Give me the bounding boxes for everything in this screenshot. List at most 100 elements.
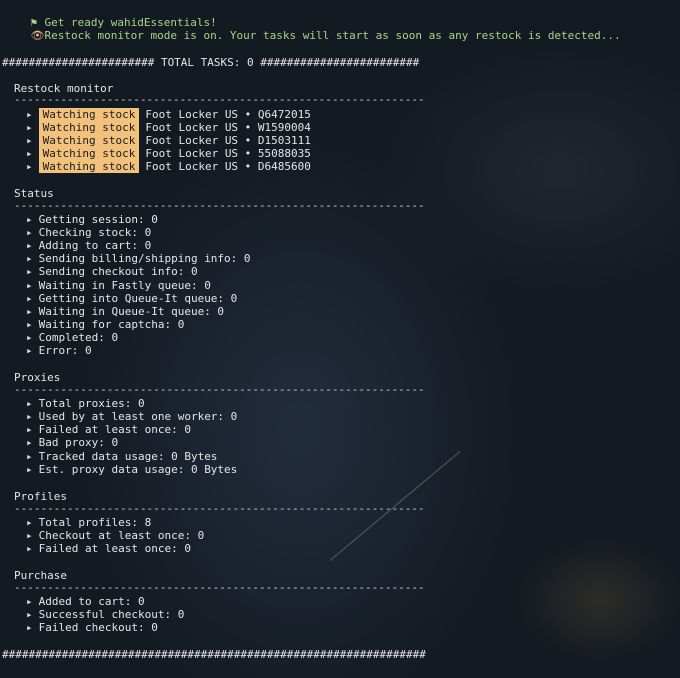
play-bullet-icon: ▸ [26, 410, 33, 423]
list-item: ▸ Tracked data usage: 0 Bytes [26, 450, 217, 463]
list-item-text: Waiting in Queue-It queue: 0 [38, 305, 225, 318]
footer-rule: ########################################… [2, 648, 426, 661]
list-item: ▸ Getting into Queue-It queue: 0 [26, 292, 237, 305]
list-item-text: Sending checkout info: 0 [38, 265, 198, 278]
play-bullet-icon: ▸ [26, 423, 33, 436]
watching-stock-badge: Watching stock [38, 121, 140, 134]
total-tasks-header: ####################### TOTAL TASKS: 0 #… [2, 56, 420, 69]
list-item-text: Used by at least one worker: 0 [38, 410, 238, 423]
play-bullet-icon: ▸ [26, 621, 33, 634]
list-item: ▸ Watching stock Foot Locker US • 55088035 [26, 147, 311, 160]
list-item: ▸ Total profiles: 8 [26, 516, 151, 529]
play-bullet-icon: ▸ [26, 305, 33, 318]
list-item-text: Sending billing/shipping info: 0 [38, 252, 251, 265]
eye-icon: 👁 [30, 29, 45, 42]
list-item: ▸ Successful checkout: 0 [26, 608, 184, 621]
list-item-text: Error: 0 [38, 344, 92, 357]
terminal-output[interactable]: ⚑ Get ready wahidEssentials! 👁Restock mon… [0, 0, 680, 678]
watching-stock-badge: Watching stock [38, 147, 140, 160]
list-item-text: Getting into Queue-It queue: 0 [38, 292, 238, 305]
list-item: ▸ Failed at least once: 0 [26, 542, 191, 555]
list-item-text: Total profiles: 8 [38, 516, 152, 529]
play-bullet-icon: ▸ [26, 331, 33, 344]
list-item: ▸ Adding to cart: 0 [26, 239, 151, 252]
section-rule: ----------------------------------------… [14, 199, 425, 212]
list-item: ▸ Added to cart: 0 [26, 595, 145, 608]
restock-notice: 👁Restock monitor mode is on. Your tasks … [4, 16, 621, 42]
list-item-text: Completed: 0 [38, 331, 119, 344]
play-bullet-icon: ▸ [26, 134, 33, 147]
list-item-text: Bad proxy: 0 [38, 436, 119, 449]
list-item-text: Tracked data usage: 0 Bytes [38, 450, 218, 463]
play-bullet-icon: ▸ [26, 226, 33, 239]
play-bullet-icon: ▸ [26, 542, 33, 555]
section-rule: ----------------------------------------… [14, 93, 425, 106]
list-item: ▸ Est. proxy data usage: 0 Bytes [26, 463, 237, 476]
watching-stock-badge: Watching stock [38, 108, 140, 121]
play-bullet-icon: ▸ [26, 213, 33, 226]
list-item-text: Getting session: 0 [38, 213, 158, 226]
list-item: ▸ Checking stock: 0 [26, 226, 151, 239]
play-bullet-icon: ▸ [26, 160, 33, 173]
list-item: ▸ Waiting in Queue-It queue: 0 [26, 305, 224, 318]
play-bullet-icon: ▸ [26, 292, 33, 305]
list-item-text: Successful checkout: 0 [38, 608, 185, 621]
list-item-text: Checking stock: 0 [38, 226, 152, 239]
list-item-text: Failed checkout: 0 [38, 621, 158, 634]
play-bullet-icon: ▸ [26, 529, 33, 542]
play-bullet-icon: ▸ [26, 239, 33, 252]
list-item-text: Added to cart: 0 [38, 595, 145, 608]
list-item: ▸ Total proxies: 0 [26, 397, 145, 410]
list-item: ▸ Waiting in Fastly queue: 0 [26, 279, 211, 292]
list-item: ▸ Watching stock Foot Locker US • Q6472015 [26, 108, 311, 121]
list-item-text: Failed at least once: 0 [38, 542, 191, 555]
list-item: ▸ Bad proxy: 0 [26, 436, 118, 449]
section-rule: ----------------------------------------… [14, 502, 425, 515]
list-item: ▸ Used by at least one worker: 0 [26, 410, 237, 423]
list-item-text: Total proxies: 0 [38, 397, 145, 410]
section-rule: ----------------------------------------… [14, 581, 425, 594]
play-bullet-icon: ▸ [26, 121, 33, 134]
list-item: ▸ Failed checkout: 0 [26, 621, 158, 634]
list-item: ▸ Checkout at least once: 0 [26, 529, 204, 542]
list-item-text: Failed at least once: 0 [38, 423, 191, 436]
play-bullet-icon: ▸ [26, 108, 33, 121]
play-bullet-icon: ▸ [26, 344, 33, 357]
list-item-text: Foot Locker US • Q6472015 [145, 108, 311, 121]
play-bullet-icon: ▸ [26, 436, 33, 449]
list-item: ▸ Sending billing/shipping info: 0 [26, 252, 251, 265]
list-item-text: Checkout at least once: 0 [38, 529, 205, 542]
list-item-text: Est. proxy data usage: 0 Bytes [38, 463, 238, 476]
list-item-text: Foot Locker US • D1503111 [145, 134, 311, 147]
list-item: ▸ Waiting for captcha: 0 [26, 318, 184, 331]
restock-notice-text: Restock monitor mode is on. Your tasks w… [44, 29, 621, 42]
play-bullet-icon: ▸ [26, 608, 33, 621]
list-item: ▸ Getting session: 0 [26, 213, 158, 226]
list-item-text: Adding to cart: 0 [38, 239, 152, 252]
section-rule: ----------------------------------------… [14, 383, 425, 396]
play-bullet-icon: ▸ [26, 463, 33, 476]
play-bullet-icon: ▸ [26, 450, 33, 463]
list-item-text: Waiting for captcha: 0 [38, 318, 185, 331]
ready-notice: ⚑ Get ready wahidEssentials! [4, 3, 217, 29]
list-item-text: Waiting in Fastly queue: 0 [38, 279, 211, 292]
list-item: ▸ Watching stock Foot Locker US • D1503111 [26, 134, 311, 147]
play-bullet-icon: ▸ [26, 595, 33, 608]
play-bullet-icon: ▸ [26, 147, 33, 160]
list-item: ▸ Completed: 0 [26, 331, 118, 344]
list-item: ▸ Error: 0 [26, 344, 92, 357]
list-item: ▸ Watching stock Foot Locker US • D6485600 [26, 160, 311, 173]
play-bullet-icon: ▸ [26, 252, 33, 265]
watching-stock-badge: Watching stock [38, 134, 140, 147]
list-item-text: Foot Locker US • W1590004 [145, 121, 311, 134]
play-bullet-icon: ▸ [26, 279, 33, 292]
list-item: ▸ Failed at least once: 0 [26, 423, 191, 436]
list-item: ▸ Sending checkout info: 0 [26, 265, 198, 278]
play-bullet-icon: ▸ [26, 516, 33, 529]
list-item: ▸ Watching stock Foot Locker US • W1590004 [26, 121, 311, 134]
play-bullet-icon: ▸ [26, 397, 33, 410]
watching-stock-badge: Watching stock [38, 160, 140, 173]
play-bullet-icon: ▸ [26, 318, 33, 331]
list-item-text: Foot Locker US • D6485600 [145, 160, 311, 173]
list-item-text: Foot Locker US • 55088035 [145, 147, 311, 160]
